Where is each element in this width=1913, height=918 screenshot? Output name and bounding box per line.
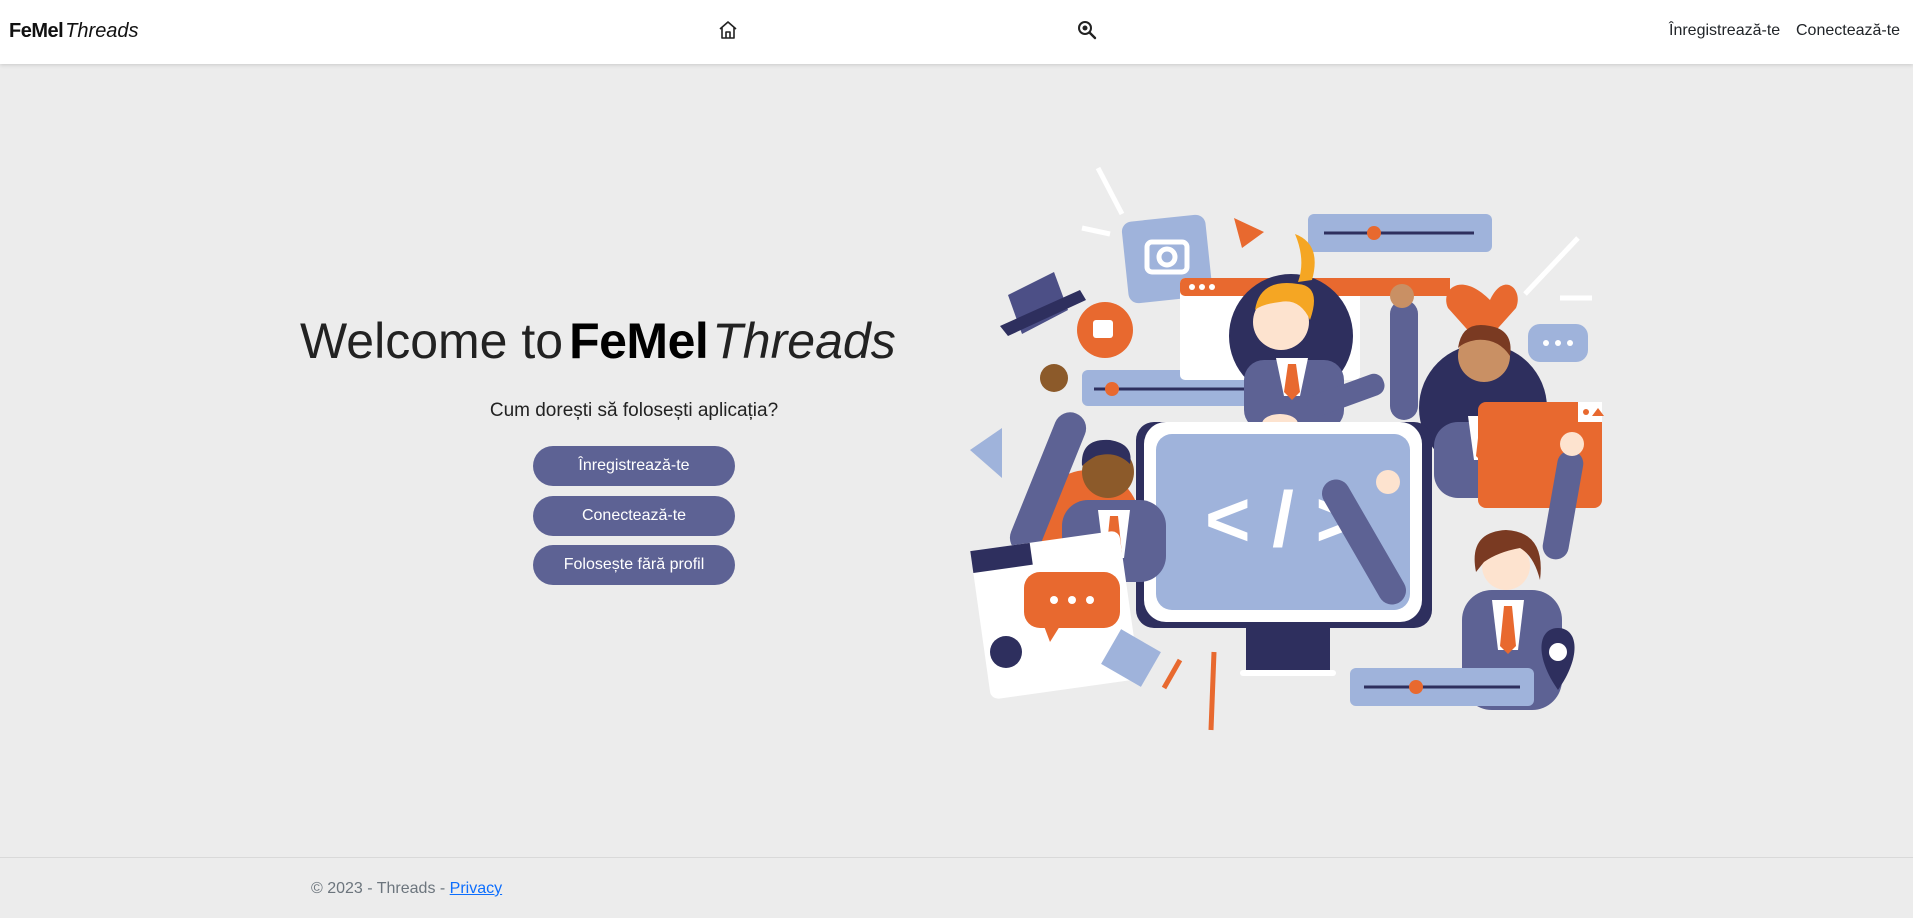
welcome-brand-italic: Threads — [712, 313, 896, 369]
copyright-text: © 2023 - Threads - Privacy — [311, 880, 502, 898]
privacy-link[interactable]: Privacy — [450, 880, 502, 897]
welcome-brand-bold: FeMel — [569, 313, 709, 369]
register-button[interactable]: Înregistrează-te — [533, 446, 735, 486]
usage-question: Cum dorești să folosești aplicația? — [489, 400, 779, 421]
nav-register-link[interactable]: Înregistrează-te — [1669, 22, 1780, 40]
page-footer: © 2023 - Threads - Privacy — [0, 857, 1913, 918]
login-button[interactable]: Conectează-te — [533, 496, 735, 536]
team-collaboration-illustration: < / > — [970, 166, 1604, 731]
search-icon[interactable] — [1076, 19, 1098, 41]
welcome-prefix: Welcome to — [300, 313, 564, 369]
top-navbar: FeMel Threads Înregistrează-te Conectează… — [0, 0, 1913, 64]
guest-button[interactable]: Folosește fără profil — [533, 545, 735, 585]
welcome-title: Welcome to FeMelThreads — [300, 312, 960, 370]
brand-italic: Threads — [65, 20, 139, 42]
nav-login-link[interactable]: Conectează-te — [1796, 22, 1900, 40]
copyright-label: © 2023 - Threads - — [311, 880, 450, 897]
brand-logo[interactable]: FeMel Threads — [9, 20, 139, 43]
home-icon[interactable] — [717, 19, 739, 41]
brand-bold: FeMel — [9, 20, 64, 42]
